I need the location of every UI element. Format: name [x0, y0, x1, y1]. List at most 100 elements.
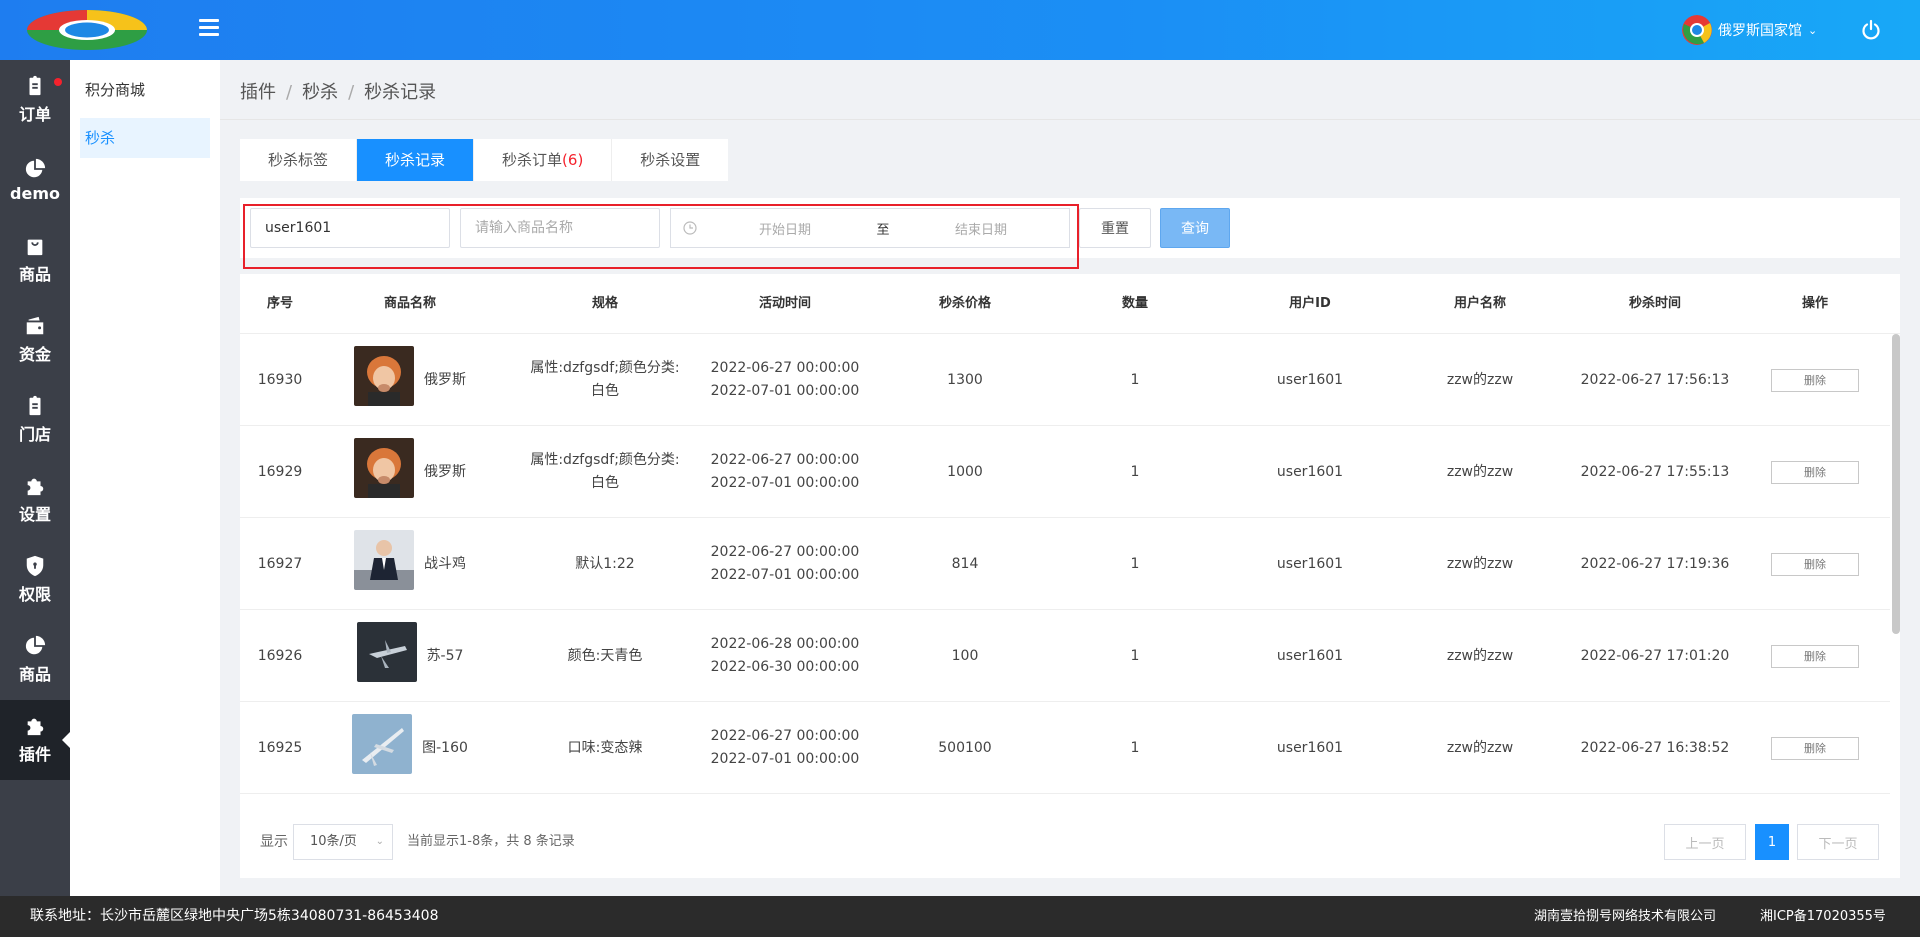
tab-flash-sale-tags[interactable]: 秒杀标签 [240, 139, 358, 181]
avatar [1682, 15, 1712, 45]
user-name: 俄罗斯国家馆 [1718, 23, 1802, 39]
user-id-cell: user1601 [1230, 610, 1390, 702]
breadcrumb-separator: / [286, 82, 293, 103]
sidebar-item-funds[interactable]: 资金 [0, 300, 70, 380]
reset-button[interactable]: 重置 [1079, 208, 1151, 248]
user-id-cell: user1601 [1230, 334, 1390, 426]
footer-company: 湖南壹拾捌号网络技术有限公司 [1534, 909, 1717, 924]
product-name-input[interactable] [460, 208, 660, 248]
sale-time-cell: 2022-06-27 17:55:13 [1560, 426, 1750, 518]
delete-button[interactable]: 删除 [1771, 552, 1859, 576]
menu-toggle-icon[interactable] [199, 19, 219, 41]
column-header: 规格 [591, 296, 618, 311]
activity-start: 2022-06-28 00:00:00 [710, 636, 860, 652]
delete-button[interactable]: 删除 [1771, 736, 1859, 760]
plugin-submenu: 积分商城 秒杀 [70, 60, 220, 896]
sidebar-item-products-2[interactable]: 商品 [0, 620, 70, 700]
price-value: 1300 [947, 371, 983, 388]
sidebar-item-demo[interactable]: demo [0, 140, 70, 220]
product-cell: 战斗鸡 [310, 518, 510, 610]
table-row: 16930 俄罗斯 属性:dzfgsdf;颜色分类: 白色 2022-06-27 00:… [240, 334, 1890, 426]
footer: 联系地址：长沙市岳麓区绿地中央广场5栋34080731-86453408 湖南壹… [0, 896, 1920, 937]
tab-flash-sale-orders[interactable]: 秒杀订单(6) [474, 139, 613, 181]
quantity-cell: 1 [1060, 702, 1210, 794]
column-header: 用户名称 [1453, 296, 1506, 311]
submenu-item-flash-sale[interactable]: 秒杀 [80, 118, 210, 158]
activity-end: 2022-07-01 00:00:00 [710, 751, 860, 767]
delete-button[interactable]: 删除 [1771, 460, 1859, 484]
sidebar-item-label: 设置 [18, 505, 51, 524]
next-page-button[interactable]: 下一页 [1797, 824, 1879, 860]
action-cell: 删除 [1760, 702, 1870, 794]
price-cell: 814 [890, 518, 1040, 610]
column-header: 秒杀价格 [938, 296, 991, 311]
start-date-input[interactable]: 开始日期 [697, 219, 873, 238]
sidebar-item-orders[interactable]: 订单 [0, 60, 70, 140]
logo[interactable] [26, 9, 148, 51]
end-date-input[interactable]: 结束日期 [893, 219, 1069, 238]
quantity-value: 1 [1130, 647, 1140, 664]
tab-flash-sale-records[interactable]: 秒杀记录 [357, 139, 475, 181]
sale-time-value: 2022-06-27 17:56:13 [1580, 371, 1730, 388]
power-icon[interactable] [1860, 19, 1882, 41]
page-number-button[interactable]: 1 [1755, 824, 1789, 860]
main-sidebar: 订单 demo 商品 资金 门店 设置 权限 商品 插件 [0, 60, 70, 896]
user-id-value: user1601 [1276, 739, 1344, 756]
row-id-text: 16927 [257, 555, 303, 572]
pagination: 显示 10条/页 ⌄ 当前显示1-8条，共 8 条记录 上一页 1 下一页 [240, 822, 1900, 862]
quantity-cell: 1 [1060, 334, 1210, 426]
footer-address: 联系地址：长沙市岳麓区绿地中央广场5栋34080731-86453408 [30, 908, 439, 924]
notification-dot [54, 78, 62, 86]
sidebar-item-stores[interactable]: 门店 [0, 380, 70, 460]
product-thumbnail[interactable] [356, 622, 417, 690]
query-button[interactable]: 查询 [1160, 208, 1230, 248]
user-name-cell: zzw的zzw [1400, 702, 1560, 794]
activity-end: 2022-07-01 00:00:00 [710, 475, 860, 491]
table-scrollbar[interactable] [1892, 334, 1900, 634]
sidebar-item-products[interactable]: 商品 [0, 220, 70, 300]
product-thumbnail[interactable] [354, 530, 414, 598]
user-name-cell: zzw的zzw [1400, 426, 1560, 518]
page-size-value: 10条/页 [310, 834, 357, 849]
sidebar-item-permissions[interactable]: 权限 [0, 540, 70, 620]
price-cell: 100 [890, 610, 1040, 702]
tab-flash-sale-settings[interactable]: 秒杀设置 [612, 139, 728, 181]
breadcrumb-item[interactable]: 插件 [240, 82, 276, 103]
sale-time-value: 2022-06-27 17:55:13 [1580, 463, 1730, 480]
price-cell: 500100 [890, 702, 1040, 794]
sidebar-item-settings[interactable]: 设置 [0, 460, 70, 540]
user-name-value: zzw的zzw [1446, 555, 1514, 572]
submenu-item-points-mall[interactable]: 积分商城 [80, 70, 210, 110]
prev-page-button[interactable]: 上一页 [1664, 824, 1746, 860]
product-cell: 苏-57 [310, 610, 510, 702]
price-cell: 1300 [890, 334, 1040, 426]
user-name-cell: zzw的zzw [1400, 518, 1560, 610]
user-name-cell: zzw的zzw [1400, 610, 1560, 702]
column-header: 用户ID [1289, 296, 1331, 311]
bag-icon [27, 239, 43, 256]
delete-button[interactable]: 删除 [1771, 644, 1859, 668]
user-name-value: zzw的zzw [1446, 371, 1514, 388]
product-thumbnail[interactable] [352, 714, 413, 782]
sidebar-item-label: 订单 [18, 105, 51, 124]
clipboard-icon [29, 75, 41, 96]
activity-period-cell: 2022-06-27 00:00:00 2022-07-01 00:00:00 [700, 426, 870, 518]
product-thumbnail[interactable] [354, 438, 414, 506]
spec-line: 口味:变态辣 [567, 739, 643, 756]
breadcrumb-item[interactable]: 秒杀 [302, 82, 338, 103]
column-header: 数量 [1121, 296, 1148, 311]
action-cell: 删除 [1760, 610, 1870, 702]
sidebar-item-plugins[interactable]: 插件 [0, 700, 70, 780]
divider [220, 119, 1920, 120]
delete-button[interactable]: 删除 [1771, 368, 1859, 392]
product-thumbnail[interactable] [354, 346, 414, 414]
user-id-input[interactable] [250, 208, 450, 248]
action-cell: 删除 [1760, 334, 1870, 426]
user-menu[interactable]: 俄罗斯国家馆 ⌄ [1682, 14, 1817, 46]
quantity-cell: 1 [1060, 426, 1210, 518]
date-range-separator: 至 [876, 222, 890, 238]
table-row: 16926 苏-57 颜色:天青色 2022-06-28 00:00:00 2022-0… [240, 610, 1890, 702]
footer-icp[interactable]: 湘ICP备17020355号 [1760, 896, 1886, 937]
date-range-picker[interactable]: 开始日期 至 结束日期 [670, 208, 1070, 248]
page-size-select[interactable]: 10条/页 ⌄ [293, 824, 393, 860]
